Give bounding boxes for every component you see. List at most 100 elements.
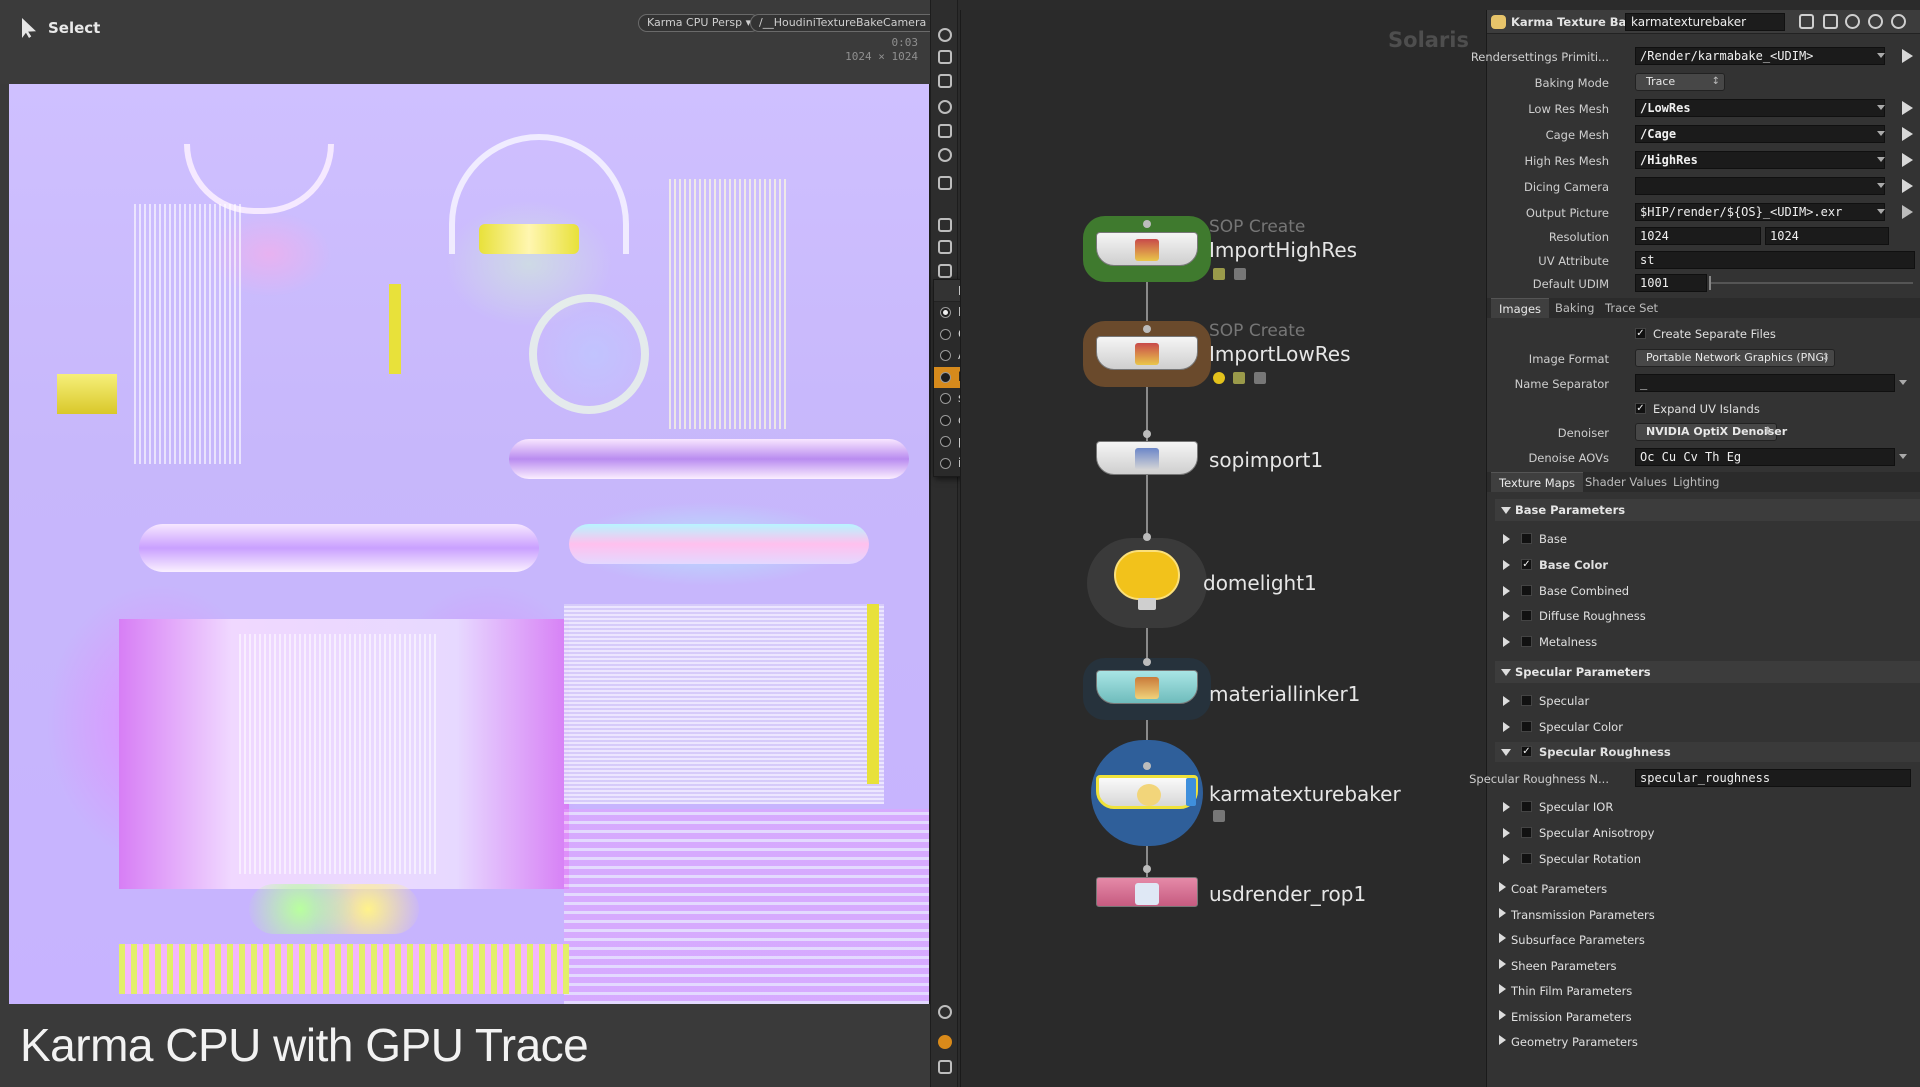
expand-icon[interactable] [1503, 696, 1510, 706]
resolution-y-field[interactable]: 1024 [1765, 227, 1889, 245]
folder-coat-parameters[interactable]: Coat Parameters [1495, 879, 1920, 899]
dicing-camera-field[interactable] [1635, 177, 1885, 195]
node-input-port[interactable] [1143, 658, 1151, 666]
base-parameters-section[interactable]: Base Parameters [1495, 499, 1920, 521]
checkbox[interactable] [1521, 533, 1532, 544]
checkbox[interactable] [1521, 695, 1532, 706]
resolution-x-field[interactable]: 1024 [1635, 227, 1761, 245]
tab-texture-maps[interactable]: Texture Maps [1491, 472, 1584, 492]
brush-icon[interactable] [1823, 14, 1838, 29]
node-sopimport1[interactable] [1096, 441, 1198, 475]
node-name-field[interactable]: karmatexturebaker [1625, 13, 1785, 31]
expand-icon[interactable] [1503, 802, 1510, 812]
scene-viewport[interactable]: Select Karma CPU Persp ▾ /__HoudiniTextu… [0, 0, 945, 1087]
node-input-port[interactable] [1143, 220, 1151, 228]
expand-icon[interactable] [1503, 722, 1510, 732]
texture-item-specular[interactable]: Specular [1495, 691, 1920, 711]
default-udim-slider[interactable] [1709, 276, 1913, 290]
expand-icon[interactable] [1503, 611, 1510, 621]
select-tool[interactable]: Select [22, 18, 100, 38]
expand-icon[interactable] [1503, 586, 1510, 596]
warning-flag-icon[interactable] [1213, 372, 1225, 384]
denoiser-menu[interactable]: NVIDIA OptiX Denoiser [1635, 423, 1787, 441]
specular-parameters-section[interactable]: Specular Parameters [1495, 661, 1920, 683]
texture-item-base-color[interactable]: ✓ Base Color [1495, 555, 1920, 575]
checkbox-checked[interactable]: ✓ [1635, 328, 1646, 339]
high-res-mesh-field[interactable]: /HighRes [1635, 151, 1885, 169]
jump-arrow-icon[interactable] [1902, 179, 1913, 193]
chevron-down-icon[interactable] [1899, 454, 1907, 459]
expand-icon[interactable] [1503, 534, 1510, 544]
texture-item-diffuse-roughness[interactable]: Diffuse Roughness [1495, 606, 1920, 626]
headlight-icon[interactable] [938, 148, 952, 162]
texture-item-base[interactable]: Base [1495, 529, 1920, 549]
checkbox[interactable] [1521, 853, 1532, 864]
lock-flag-icon[interactable] [1234, 268, 1246, 280]
warning-icon[interactable] [938, 1035, 952, 1049]
tab-baking[interactable]: Baking [1547, 298, 1602, 318]
node-input-port[interactable] [1143, 865, 1151, 873]
output-picture-field[interactable]: $HIP/render/${OS}_<UDIM>.exr [1635, 203, 1885, 221]
search-icon[interactable] [1845, 14, 1860, 29]
render-output-icon[interactable] [938, 240, 952, 254]
folder-subsurface-parameters[interactable]: Subsurface Parameters [1495, 930, 1920, 950]
folder-geometry-parameters[interactable]: Geometry Parameters [1495, 1032, 1920, 1052]
chevron-down-icon[interactable] [1899, 380, 1907, 385]
node-materiallinker1[interactable] [1096, 670, 1198, 704]
chevron-down-icon[interactable] [1877, 183, 1885, 188]
tab-shader-values[interactable]: Shader Values [1577, 472, 1675, 492]
tab-lighting[interactable]: Lighting [1665, 472, 1727, 492]
texture-item-specular-color[interactable]: Specular Color [1495, 717, 1920, 737]
lock-flag-icon[interactable] [1213, 810, 1225, 822]
checkbox-checked[interactable]: ✓ [1521, 559, 1532, 570]
display-options-icon[interactable] [938, 176, 952, 190]
checkbox[interactable] [1521, 801, 1532, 812]
folder-thin-film-parameters[interactable]: Thin Film Parameters [1495, 981, 1920, 1001]
collapse-icon[interactable] [1501, 749, 1511, 756]
node-importhighres[interactable] [1096, 232, 1198, 266]
checkbox-checked[interactable]: ✓ [1521, 746, 1532, 757]
expand-icon[interactable] [1503, 560, 1510, 570]
texture-item-specular-anisotropy[interactable]: Specular Anisotropy [1495, 823, 1920, 843]
folder-sheen-parameters[interactable]: Sheen Parameters [1495, 956, 1920, 976]
node-karmatexturebaker[interactable] [1096, 775, 1198, 809]
node-input-port[interactable] [1143, 325, 1151, 333]
node-network-editor[interactable]: Solaris SOP Create ImportHighRes SOP Cre… [960, 10, 1485, 1087]
specular-roughness-name-field[interactable]: specular_roughness [1635, 769, 1911, 787]
help-icon[interactable] [1891, 14, 1906, 29]
checkbox[interactable] [1521, 636, 1532, 647]
texture-item-specular-rotation[interactable]: Specular Rotation [1495, 849, 1920, 869]
cage-mesh-field[interactable]: /Cage [1635, 125, 1885, 143]
texture-item-base-combined[interactable]: Base Combined [1495, 581, 1920, 601]
lock-icon[interactable] [938, 74, 952, 88]
lock-flag-icon[interactable] [1254, 372, 1266, 384]
file-browse-icon[interactable] [1902, 205, 1913, 219]
node-input-port[interactable] [1143, 533, 1151, 541]
checkbox[interactable] [1521, 827, 1532, 838]
expand-icon[interactable] [1503, 828, 1510, 838]
checkbox[interactable] [1521, 585, 1532, 596]
chevron-down-icon[interactable] [1877, 209, 1885, 214]
low-res-mesh-field[interactable]: /LowRes [1635, 99, 1885, 117]
grid-icon[interactable] [938, 1060, 952, 1074]
camera-menu[interactable]: /__HoudiniTextureBakeCamera ▾ [750, 14, 945, 32]
visibility-icon[interactable] [938, 1005, 952, 1019]
jump-arrow-icon[interactable] [1902, 101, 1913, 115]
checkbox[interactable] [1521, 610, 1532, 621]
camera-icon[interactable] [938, 50, 952, 64]
bypass-flag-icon[interactable] [1233, 372, 1245, 384]
node-input-port[interactable] [1143, 762, 1151, 770]
default-udim-field[interactable]: 1001 [1635, 274, 1707, 292]
gear-icon[interactable] [1799, 14, 1814, 29]
rendersettings-field[interactable]: /Render/karmabake_<UDIM> [1635, 47, 1885, 65]
name-separator-field[interactable]: _ [1635, 374, 1895, 392]
chevron-down-icon[interactable] [1877, 53, 1885, 58]
aov-icon[interactable] [938, 264, 952, 278]
node-usdrender-rop1[interactable] [1096, 877, 1198, 907]
baking-mode-menu[interactable]: Trace [1635, 73, 1725, 91]
checkbox-checked[interactable]: ✓ [1635, 403, 1646, 414]
image-format-menu[interactable]: Portable Network Graphics (PNG) [1635, 349, 1835, 367]
uv-attribute-field[interactable]: st [1635, 251, 1915, 269]
chevron-down-icon[interactable] [1877, 105, 1885, 110]
denoise-aovs-field[interactable]: Oc Cu Cv Th Eg [1635, 448, 1895, 466]
